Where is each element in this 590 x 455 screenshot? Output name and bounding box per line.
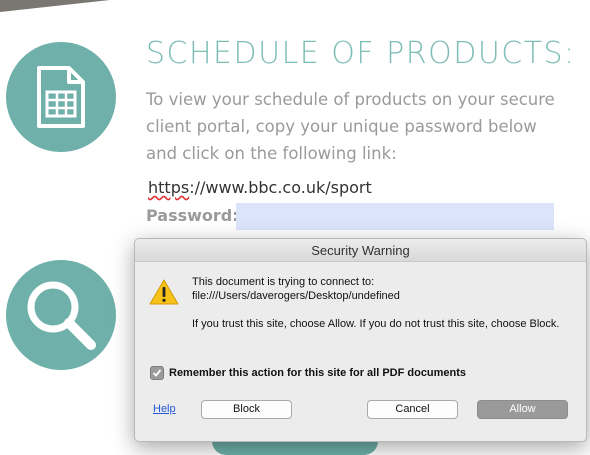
help-link[interactable]: Help <box>153 403 176 415</box>
remember-checkbox[interactable] <box>150 366 164 380</box>
document-icon <box>6 42 116 152</box>
instructions-text: To view your schedule of products on you… <box>146 90 555 163</box>
portal-link[interactable]: https://www.bbc.co.uk/sport <box>148 178 372 197</box>
dialog-message: This document is trying to connect to: f… <box>192 275 572 331</box>
password-field[interactable] <box>236 203 554 230</box>
checkmark-icon <box>152 369 162 377</box>
remember-label: Remember this action for this site for a… <box>169 367 467 379</box>
allow-button[interactable]: Allow <box>477 400 568 419</box>
warning-icon <box>149 279 179 305</box>
magnifier-icon <box>6 260 116 370</box>
security-warning-dialog: Security Warning This document is trying… <box>134 238 587 442</box>
message-instructions: If you trust this site, choose Allow. If… <box>192 318 560 330</box>
cancel-button[interactable]: Cancel <box>367 400 458 419</box>
page-title: SCHEDULE OF PRODUCTS: <box>146 36 576 71</box>
message-url: file:///Users/daverogers/Desktop/undefin… <box>192 290 400 302</box>
dialog-title: Security Warning <box>135 239 586 262</box>
link-prefix[interactable]: https <box>148 178 189 197</box>
message-line-1: This document is trying to connect to: <box>192 276 375 288</box>
password-label: Password: <box>146 206 239 225</box>
decorative-banner-edge <box>0 0 110 12</box>
remember-option[interactable]: Remember this action for this site for a… <box>150 366 466 380</box>
link-rest[interactable]: ://www.bbc.co.uk/sport <box>189 178 372 197</box>
block-button[interactable]: Block <box>201 400 292 419</box>
